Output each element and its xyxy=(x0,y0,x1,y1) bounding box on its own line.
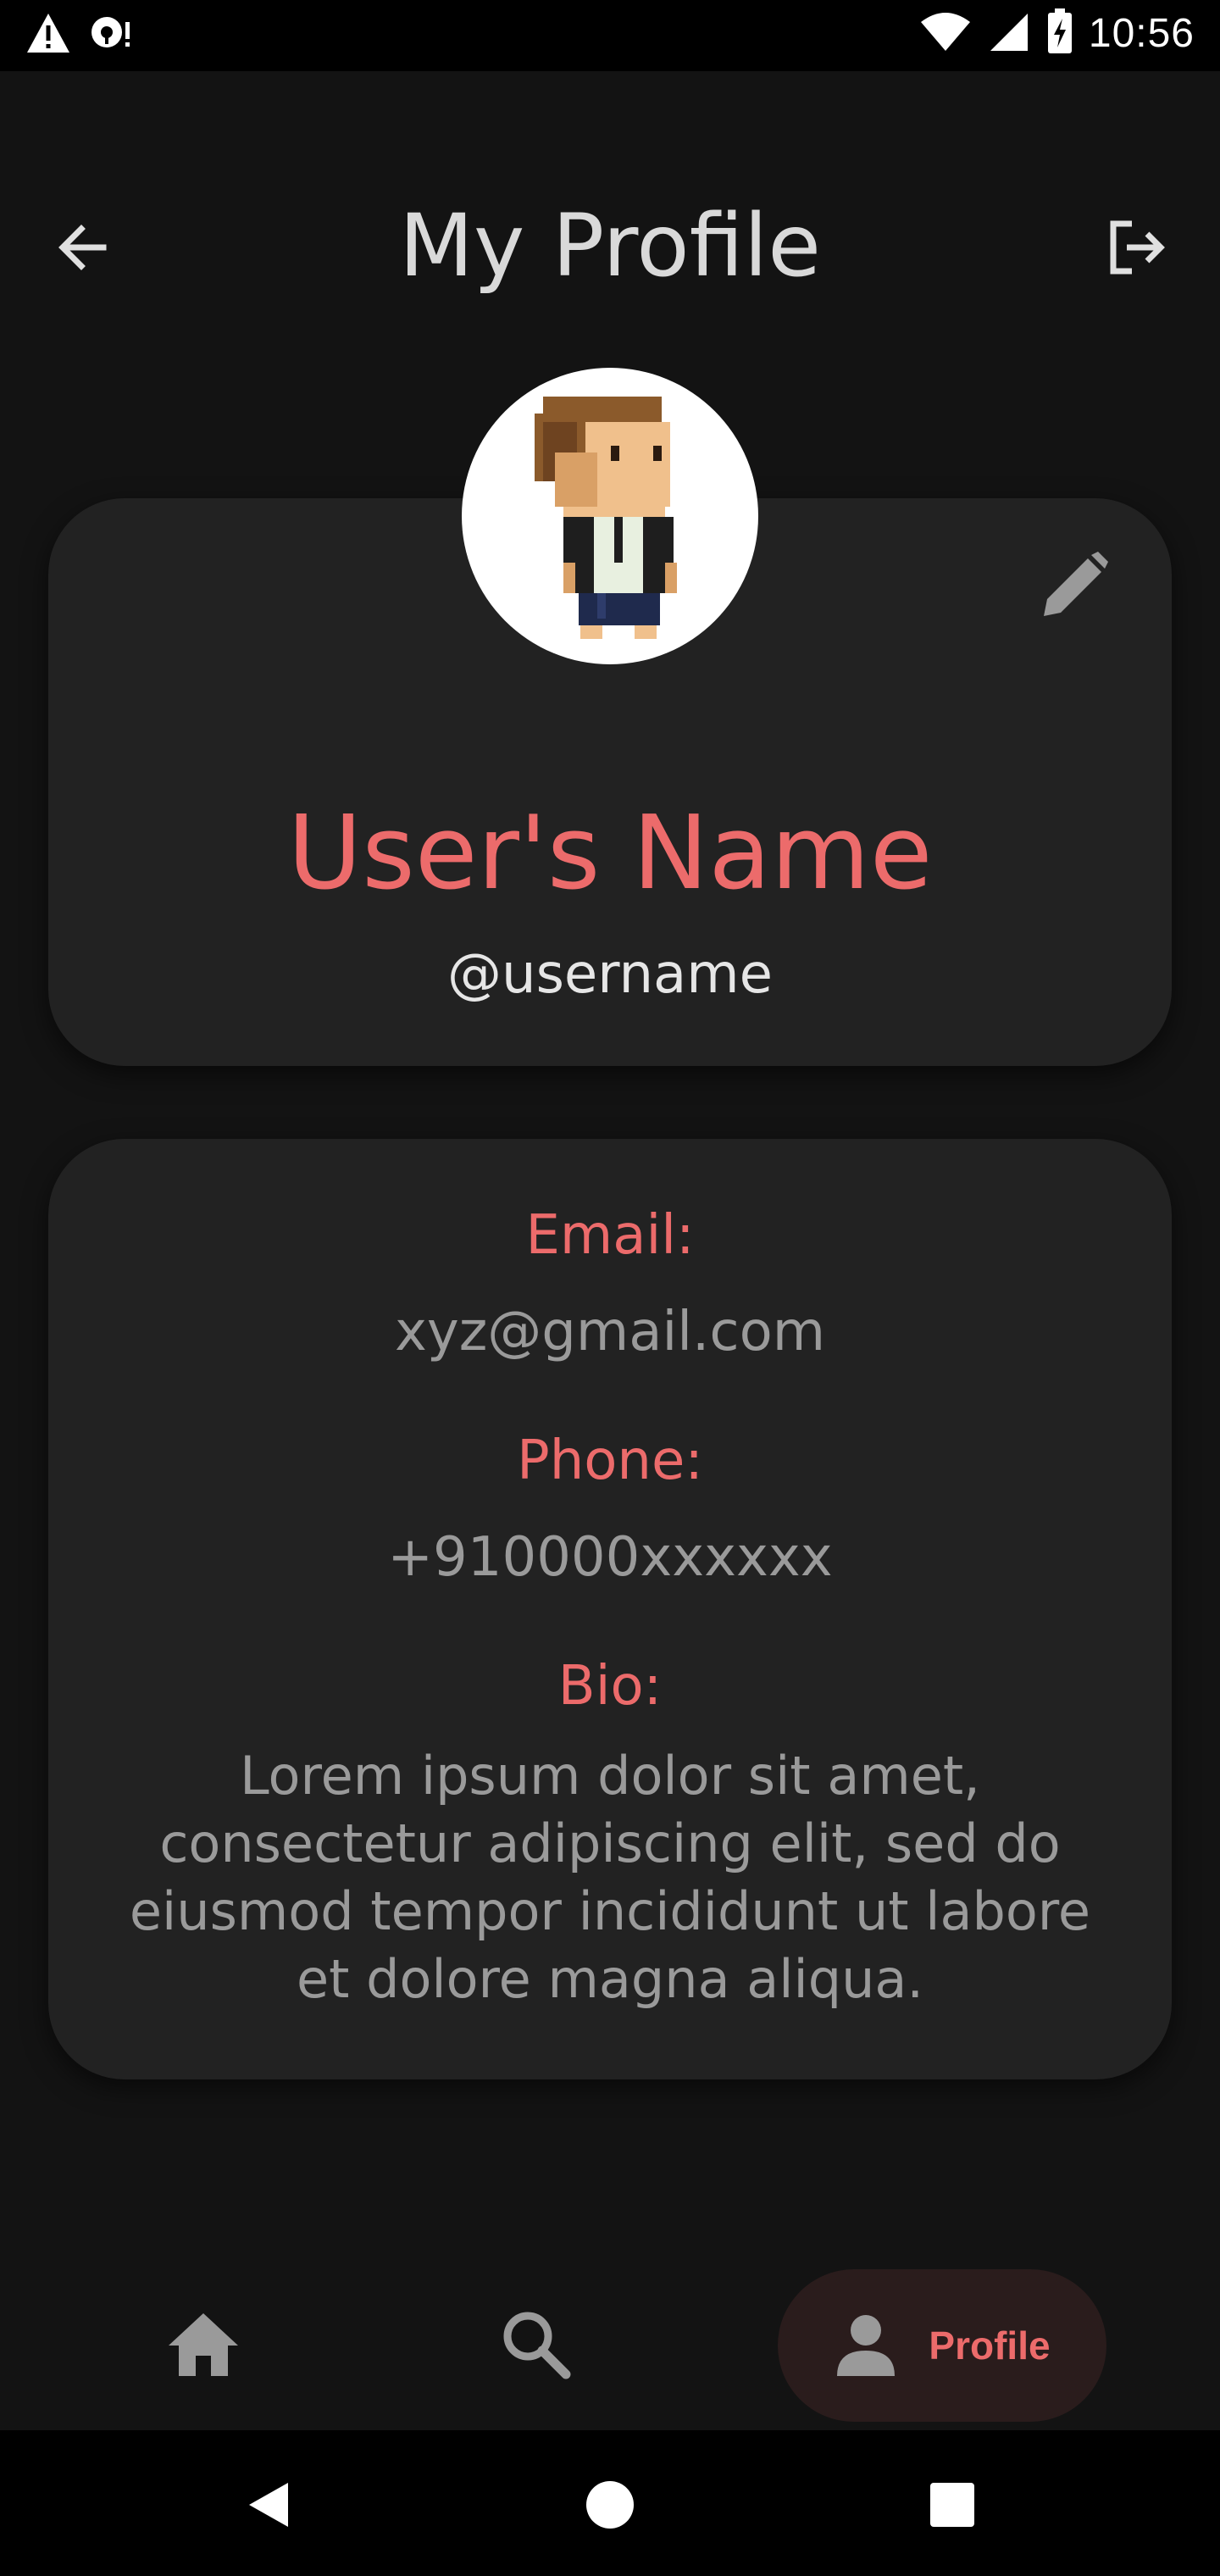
warning-icon xyxy=(25,12,71,58)
page-title: My Profile xyxy=(399,196,821,297)
nav-profile[interactable]: Profile xyxy=(778,2269,1106,2422)
logout-button[interactable] xyxy=(1086,198,1188,300)
bio-section: Bio: Lorem ipsum dolor sit amet, consect… xyxy=(48,1659,1172,2013)
email-section: Email: xyz@gmail.com xyxy=(48,1208,1172,1359)
status-system: 10:56 xyxy=(919,8,1195,58)
app-screen: My Profile User's Name @username Email: … xyxy=(0,71,1220,2430)
system-back-button[interactable] xyxy=(225,2464,310,2549)
pixel-avatar xyxy=(535,397,677,639)
phone-label: Phone: xyxy=(517,1430,703,1492)
bio-text: Lorem ipsum dolor sit amet, consectetur … xyxy=(129,1745,1091,2010)
bio-label: Bio: xyxy=(557,1655,663,1718)
nav-home[interactable] xyxy=(144,2269,263,2422)
home-icon xyxy=(165,2310,241,2382)
bottom-nav: Profile xyxy=(0,2261,1220,2430)
app-bar: My Profile xyxy=(0,71,1220,325)
user-handle: @username xyxy=(447,943,773,1006)
email-value: xyz@gmail.com xyxy=(394,1301,826,1363)
info-card: Email: xyz@gmail.com Phone: +910000xxxxx… xyxy=(48,1139,1172,2079)
podcast-icon xyxy=(88,12,136,58)
system-home-button[interactable] xyxy=(568,2464,652,2549)
triangle-back-icon xyxy=(242,2479,293,2534)
pencil-icon xyxy=(1039,550,1110,625)
search-icon xyxy=(500,2308,571,2384)
battery-charging-icon xyxy=(1046,8,1073,58)
square-recents-icon xyxy=(929,2481,976,2533)
clock: 10:56 xyxy=(1088,11,1195,56)
circle-home-icon xyxy=(585,2479,635,2534)
system-recents-button[interactable] xyxy=(910,2464,995,2549)
person-icon xyxy=(834,2312,898,2380)
nav-profile-label: Profile xyxy=(929,2323,1051,2368)
phone-value: +910000xxxxxx xyxy=(387,1526,833,1589)
status-notifications xyxy=(25,12,136,58)
avatar[interactable] xyxy=(462,368,758,664)
user-name: User's Name xyxy=(287,795,933,913)
signal-icon xyxy=(987,10,1031,57)
email-label: Email: xyxy=(525,1204,695,1267)
wifi-icon xyxy=(919,10,972,57)
nav-search[interactable] xyxy=(476,2269,595,2422)
system-nav-bar xyxy=(0,2430,1220,2576)
status-bar: 10:56 xyxy=(0,0,1220,71)
phone-section: Phone: +910000xxxxxx xyxy=(48,1434,1172,1585)
edit-profile-button[interactable] xyxy=(1028,541,1121,634)
logout-icon xyxy=(1106,217,1167,282)
